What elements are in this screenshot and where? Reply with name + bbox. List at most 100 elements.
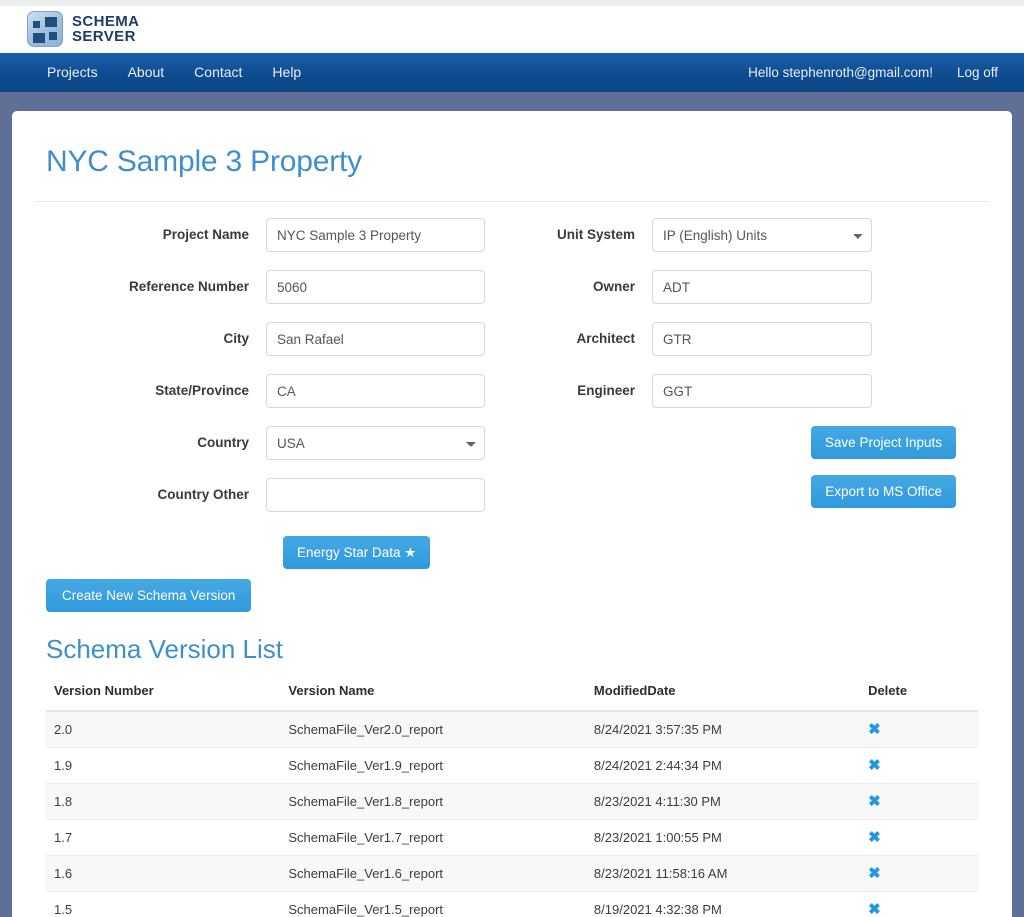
table-header-row: Version Number Version Name ModifiedDate… <box>46 673 978 712</box>
label-engineer: Engineer <box>577 383 635 398</box>
cell-version-name: SchemaFile_Ver1.8_report <box>280 783 586 820</box>
cell-delete: ✖ <box>860 711 978 748</box>
field-unit-system: Unit System IP (English) Units <box>512 218 990 252</box>
table-row: 2.0 SchemaFile_Ver2.0_report 8/24/2021 3… <box>46 711 978 748</box>
nav-item-projects[interactable]: Projects <box>32 53 113 92</box>
brand-line-2: SERVER <box>72 28 136 45</box>
export-button-row: Export to MS Office <box>512 475 990 508</box>
field-engineer: Engineer <box>512 374 990 408</box>
save-button-row: Save Project Inputs <box>512 426 990 459</box>
owner-input[interactable] <box>652 270 872 304</box>
create-version-row: Create New Schema Version <box>34 569 990 612</box>
architect-input[interactable] <box>652 322 872 356</box>
label-owner: Owner <box>592 279 635 294</box>
page-title: NYC Sample 3 Property <box>46 145 362 178</box>
cell-modified-date: 8/23/2021 4:11:30 PM <box>585 783 861 820</box>
cell-version-number: 1.8 <box>46 783 281 820</box>
country-select[interactable]: USA <box>266 426 485 460</box>
label-architect: Architect <box>576 331 635 346</box>
delete-icon[interactable]: ✖ <box>868 830 881 845</box>
state-province-input[interactable] <box>266 374 485 408</box>
field-architect: Architect <box>512 322 990 356</box>
brand-text: SCHEMA SERVER <box>72 14 139 44</box>
field-state-province: State/Province <box>34 374 512 408</box>
cell-version-name: SchemaFile_Ver1.7_report <box>280 819 586 856</box>
create-new-schema-version-button[interactable]: Create New Schema Version <box>46 579 252 612</box>
energy-star-row: Energy Star Data ★ <box>34 530 512 569</box>
cell-version-number: 2.0 <box>46 711 281 748</box>
delete-icon[interactable]: ✖ <box>868 866 881 881</box>
engineer-input[interactable] <box>652 374 872 408</box>
form-column-right: Unit System IP (English) Units Owner Arc… <box>512 218 990 569</box>
unit-system-select[interactable]: IP (English) Units <box>652 218 872 252</box>
delete-icon[interactable]: ✖ <box>868 902 881 917</box>
table-row: 1.8 SchemaFile_Ver1.8_report 8/23/2021 4… <box>46 783 978 820</box>
nav-item-contact[interactable]: Contact <box>179 53 257 92</box>
table-body: 2.0 SchemaFile_Ver2.0_report 8/24/2021 3… <box>46 711 978 917</box>
project-name-input[interactable] <box>266 218 485 252</box>
cell-delete: ✖ <box>860 819 978 856</box>
cell-modified-date: 8/19/2021 4:32:38 PM <box>585 891 861 917</box>
field-project-name: Project Name <box>34 218 512 252</box>
column-header-version-name: Version Name <box>280 673 586 712</box>
cell-modified-date: 8/24/2021 3:57:35 PM <box>585 711 861 748</box>
user-greeting: Hello stephenroth@gmail.com! <box>748 65 933 80</box>
label-city: City <box>223 331 249 346</box>
city-input[interactable] <box>266 322 485 356</box>
label-country: Country <box>197 435 249 450</box>
cell-version-number: 1.5 <box>46 891 281 917</box>
field-owner: Owner <box>512 270 990 304</box>
schema-version-table: Version Number Version Name ModifiedDate… <box>46 673 978 917</box>
export-to-ms-office-button[interactable]: Export to MS Office <box>811 475 956 508</box>
cell-modified-date: 8/23/2021 1:00:55 PM <box>585 819 861 856</box>
table-row: 1.5 SchemaFile_Ver1.5_report 8/19/2021 4… <box>46 891 978 917</box>
form-column-left: Project Name Reference Number City State… <box>34 218 512 569</box>
energy-star-data-button[interactable]: Energy Star Data ★ <box>283 536 431 569</box>
label-unit-system: Unit System <box>556 227 635 242</box>
label-reference-number: Reference Number <box>128 279 249 294</box>
field-city: City <box>34 322 512 356</box>
column-header-delete: Delete <box>860 673 978 712</box>
cell-version-number: 1.9 <box>46 747 281 784</box>
cell-delete: ✖ <box>860 783 978 820</box>
save-project-inputs-button[interactable]: Save Project Inputs <box>810 426 956 459</box>
field-reference-number: Reference Number <box>34 270 512 304</box>
country-other-input[interactable] <box>266 478 485 512</box>
nav-item-help[interactable]: Help <box>257 53 316 92</box>
nav-user-area: Hello stephenroth@gmail.com! Log off <box>748 65 998 80</box>
table-row: 1.9 SchemaFile_Ver1.9_report 8/24/2021 2… <box>46 747 978 784</box>
content-panel: NYC Sample 3 Property Project Name Refer… <box>12 111 1012 917</box>
brand-logo[interactable]: SCHEMA SERVER <box>27 11 139 47</box>
cell-modified-date: 8/24/2021 2:44:34 PM <box>585 747 861 784</box>
cell-version-name: SchemaFile_Ver1.9_report <box>280 747 586 784</box>
nav-item-about[interactable]: About <box>113 53 180 92</box>
label-project-name: Project Name <box>162 227 249 242</box>
field-country-other: Country Other <box>34 478 512 512</box>
label-state-province: State/Province <box>155 383 249 398</box>
cell-version-name: SchemaFile_Ver1.5_report <box>280 891 586 917</box>
delete-icon[interactable]: ✖ <box>868 758 881 773</box>
label-country-other: Country Other <box>157 487 249 502</box>
log-off-link[interactable]: Log off <box>957 65 998 80</box>
schema-server-logo-icon <box>27 11 63 47</box>
column-header-modified-date: ModifiedDate <box>585 673 861 712</box>
schema-version-list-title: Schema Version List <box>46 634 284 664</box>
main-navigation: Projects About Contact Help Hello stephe… <box>0 53 1024 92</box>
cell-delete: ✖ <box>860 855 978 892</box>
field-country: Country USA <box>34 426 512 460</box>
cell-version-number: 1.6 <box>46 855 281 892</box>
table-header: Version Number Version Name ModifiedDate… <box>46 673 978 712</box>
cell-delete: ✖ <box>860 891 978 917</box>
column-header-version-number: Version Number <box>46 673 281 712</box>
cell-version-name: SchemaFile_Ver1.6_report <box>280 855 586 892</box>
table-row: 1.6 SchemaFile_Ver1.6_report 8/23/2021 1… <box>46 855 978 892</box>
top-bar: SCHEMA SERVER <box>0 0 1024 53</box>
reference-number-input[interactable] <box>266 270 485 304</box>
cell-version-name: SchemaFile_Ver2.0_report <box>280 711 586 748</box>
cell-modified-date: 8/23/2021 11:58:16 AM <box>585 855 861 892</box>
table-row: 1.7 SchemaFile_Ver1.7_report 8/23/2021 1… <box>46 819 978 856</box>
project-form: Project Name Reference Number City State… <box>34 202 990 569</box>
delete-icon[interactable]: ✖ <box>868 794 881 809</box>
delete-icon[interactable]: ✖ <box>868 722 881 737</box>
cell-version-number: 1.7 <box>46 819 281 856</box>
